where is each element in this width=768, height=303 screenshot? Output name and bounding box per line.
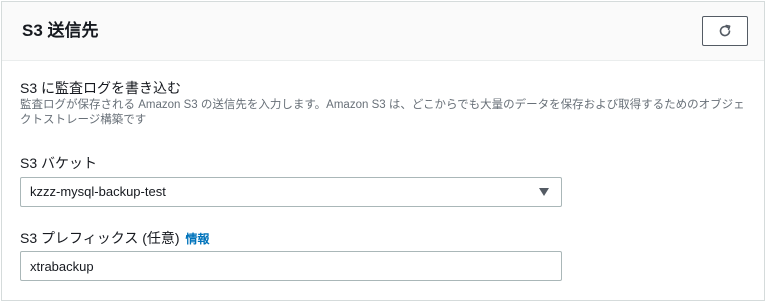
prefix-label-text: S3 プレフィックス (任意) — [20, 230, 180, 246]
refresh-button[interactable] — [702, 16, 748, 46]
prefix-label: S3 プレフィックス (任意) 情報 — [20, 229, 210, 248]
caret-down-icon — [539, 188, 549, 196]
panel-title: S3 送信先 — [22, 21, 99, 40]
bucket-label: S3 バケット — [20, 155, 98, 171]
panel-header: S3 送信先 — [2, 2, 764, 61]
bucket-select-value: kzzz-mysql-backup-test — [30, 184, 166, 199]
section-description: 監査ログが保存される Amazon S3 の送信先を入力します。Amazon S… — [20, 99, 745, 126]
bucket-select[interactable]: kzzz-mysql-backup-test — [20, 177, 562, 207]
refresh-icon — [717, 23, 733, 39]
info-link[interactable]: 情報 — [186, 232, 210, 246]
section-title: S3 に監査ログを書き込む — [20, 80, 182, 96]
prefix-input[interactable] — [20, 251, 562, 281]
